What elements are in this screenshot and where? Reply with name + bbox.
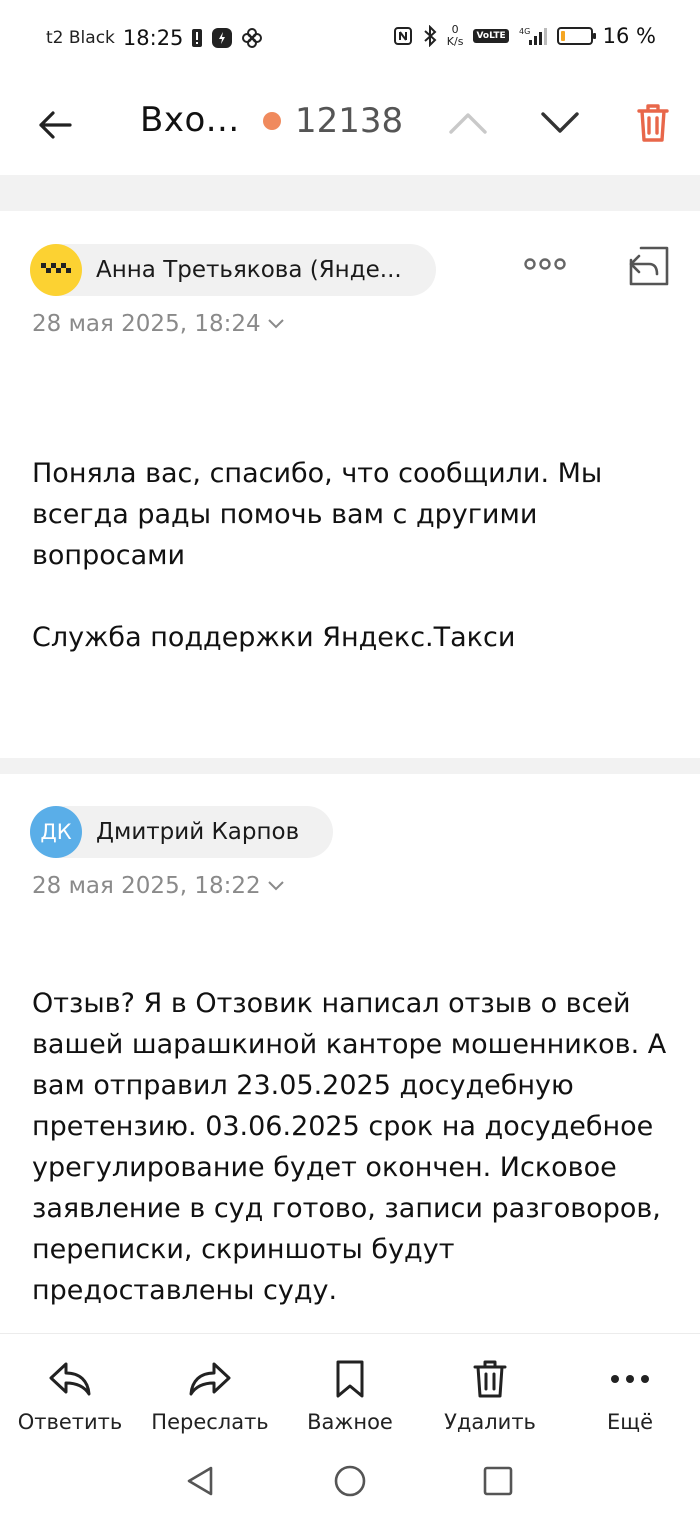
- circle-home-icon: [334, 1465, 366, 1497]
- delete-button[interactable]: Удалить: [420, 1356, 560, 1434]
- important-button[interactable]: Важное: [280, 1356, 420, 1434]
- sender-name: Дмитрий Карпов: [96, 819, 300, 845]
- notification-alert-icon: [191, 28, 203, 48]
- sender-chip[interactable]: ДК Дмитрий Карпов: [30, 806, 334, 858]
- trash-icon: [637, 104, 669, 142]
- app-notification-icon: [211, 27, 233, 49]
- back-button[interactable]: [30, 100, 80, 150]
- more-dots-icon: [611, 1375, 649, 1383]
- message-date[interactable]: 28 мая 2025, 18:24: [32, 311, 285, 337]
- signal-4g-icon: 4G: [519, 26, 547, 46]
- reply-icon: [49, 1362, 91, 1396]
- message-body: Отзыв? Я в Отзовик написал отзыв о всей …: [32, 983, 672, 1311]
- system-navigation-bar: [0, 1443, 700, 1517]
- message-paragraph: Поняла вас, спасибо, что сообщили. Мы вс…: [32, 458, 603, 571]
- taxi-logo-icon: [30, 244, 82, 296]
- more-dots-icon: [524, 258, 566, 270]
- carrier-name: t2 Black: [46, 28, 115, 48]
- battery-icon: [556, 27, 596, 45]
- svg-text:4G: 4G: [519, 27, 530, 36]
- app-header: Вхо... 12138: [0, 80, 700, 170]
- system-home-button[interactable]: [330, 1461, 370, 1501]
- system-recents-button[interactable]: [478, 1461, 518, 1501]
- triangle-back-icon: [187, 1466, 213, 1496]
- important-label: Важное: [307, 1410, 393, 1434]
- pinwheel-icon: [241, 27, 263, 49]
- message-date[interactable]: 28 мая 2025, 18:22: [32, 873, 285, 899]
- bluetooth-icon: [423, 25, 437, 47]
- reply-label: Ответить: [17, 1410, 123, 1434]
- message-more-button[interactable]: [520, 244, 570, 284]
- more-actions-button[interactable]: Ещё: [560, 1356, 700, 1434]
- previous-message-button[interactable]: [443, 98, 493, 148]
- unread-count: 12138: [295, 101, 404, 141]
- chevron-down-icon: [541, 112, 579, 133]
- battery-percent: 16 %: [602, 24, 656, 48]
- folder-title[interactable]: Вхо...: [140, 100, 240, 140]
- volte-badge: VoLTE: [473, 29, 509, 43]
- unread-dot: [263, 112, 281, 130]
- trash-icon: [473, 1360, 507, 1398]
- section-divider: [0, 175, 700, 211]
- message-action-bar: Ответить Переслать Важное Удалить Ещё: [0, 1333, 700, 1443]
- system-back-button[interactable]: [180, 1461, 220, 1501]
- delete-label: Удалить: [444, 1410, 536, 1434]
- square-recents-icon: [483, 1466, 513, 1496]
- forward-icon: [189, 1362, 231, 1396]
- forward-label: Переслать: [151, 1410, 269, 1434]
- arrow-left-icon: [39, 111, 72, 139]
- message-paragraph: Служба поддержки Яндекс.Такси: [32, 622, 516, 653]
- delete-thread-button[interactable]: [630, 98, 676, 148]
- message-body: Поняла вас, спасибо, что сообщили. Мы вс…: [32, 453, 672, 658]
- reply-button[interactable]: Ответить: [0, 1356, 140, 1434]
- chevron-down-icon: [267, 319, 284, 329]
- more-label: Ещё: [607, 1410, 653, 1434]
- forward-button[interactable]: Переслать: [140, 1356, 280, 1434]
- bookmark-icon: [336, 1360, 364, 1398]
- sender-chip[interactable]: Анна Третьякова (Янде...: [30, 244, 436, 296]
- status-time: 18:25: [122, 26, 184, 50]
- reply-box-icon: [629, 246, 669, 286]
- next-message-button[interactable]: [535, 98, 585, 148]
- chevron-down-icon: [267, 881, 284, 891]
- avatar: ДК: [30, 806, 82, 858]
- message-item: ДК Дмитрий Карпов 28 мая 2025, 18:22 Отз…: [0, 774, 700, 1334]
- sender-name: Анна Третьякова (Янде...: [96, 257, 402, 283]
- chevron-up-icon: [449, 113, 487, 134]
- section-divider: [0, 758, 700, 774]
- nfc-icon: [393, 26, 413, 46]
- quick-reply-button[interactable]: [624, 241, 674, 291]
- message-item: Анна Третьякова (Янде... 28 мая 2025, 18…: [0, 211, 700, 758]
- message-paragraph: Отзыв? Я в Отзовик написал отзыв о всей …: [32, 988, 667, 1306]
- status-bar: t2 Black 18:25 0 K/s VoLTE 4G 16 %: [0, 0, 700, 80]
- network-speed: 0 K/s: [446, 23, 464, 48]
